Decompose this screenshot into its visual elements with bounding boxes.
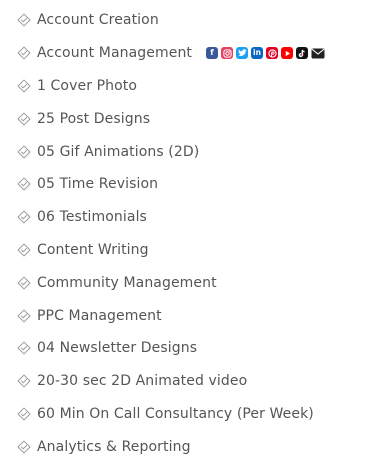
twitter-icon[interactable] (236, 47, 249, 60)
feature-label: Analytics & Reporting (37, 438, 191, 455)
feature-item: 06 Testimonials (0, 201, 368, 234)
feature-item: 04 Newsletter Designs (0, 332, 368, 365)
feature-label: Account Creation (37, 12, 159, 29)
feature-item: PPC Management (0, 299, 368, 332)
feature-label: PPC Management (37, 307, 162, 324)
feature-item: Analytics & Reporting (0, 430, 368, 463)
feature-item: Community Management (0, 266, 368, 299)
youtube-icon[interactable] (281, 47, 294, 60)
feature-item: Account Creation (0, 4, 368, 37)
feature-item: 1 Cover Photo (0, 70, 368, 103)
diamond-check-icon (17, 210, 31, 224)
feature-label: 05 Gif Animations (2D) (37, 143, 200, 160)
feature-label: 60 Min On Call Consultancy (Per Week) (37, 405, 314, 422)
email-icon[interactable] (311, 47, 325, 59)
linkedin-icon[interactable]: in (251, 47, 264, 60)
feature-label: 20-30 sec 2D Animated video (37, 373, 248, 390)
facebook-icon[interactable]: f (206, 47, 219, 60)
feature-label: Community Management (37, 274, 217, 291)
diamond-check-icon (17, 440, 31, 454)
feature-item: 60 Min On Call Consultancy (Per Week) (0, 398, 368, 431)
instagram-icon[interactable] (221, 47, 234, 60)
feature-item: Account Management f in (0, 37, 368, 70)
feature-item: 05 Time Revision (0, 168, 368, 201)
feature-item: 25 Post Designs (0, 102, 368, 135)
feature-label: Content Writing (37, 241, 149, 258)
pinterest-icon[interactable] (266, 47, 279, 60)
feature-item: 05 Gif Animations (2D) (0, 135, 368, 168)
feature-label: 25 Post Designs (37, 110, 151, 127)
feature-label: 04 Newsletter Designs (37, 340, 198, 357)
diamond-check-icon (17, 407, 31, 421)
diamond-check-icon (17, 276, 31, 290)
diamond-check-icon (17, 79, 31, 93)
feature-item: 20-30 sec 2D Animated video (0, 365, 368, 398)
diamond-check-icon (17, 145, 31, 159)
feature-item: Content Writing (0, 234, 368, 267)
social-icons: f in (206, 47, 328, 60)
feature-label: Account Management (37, 45, 193, 62)
diamond-check-icon (17, 341, 31, 355)
feature-label: 1 Cover Photo (37, 77, 138, 94)
tiktok-icon[interactable] (296, 47, 309, 60)
diamond-check-icon (17, 309, 31, 322)
diamond-check-icon (17, 243, 31, 257)
diamond-check-icon (17, 13, 31, 27)
diamond-check-icon (17, 46, 31, 60)
diamond-check-icon (17, 374, 31, 388)
diamond-check-icon (17, 112, 31, 126)
feature-list: Account Creation Account Management f in (0, 4, 368, 463)
feature-label: 05 Time Revision (37, 176, 159, 193)
diamond-check-icon (17, 177, 31, 191)
feature-label: 06 Testimonials (37, 209, 147, 226)
